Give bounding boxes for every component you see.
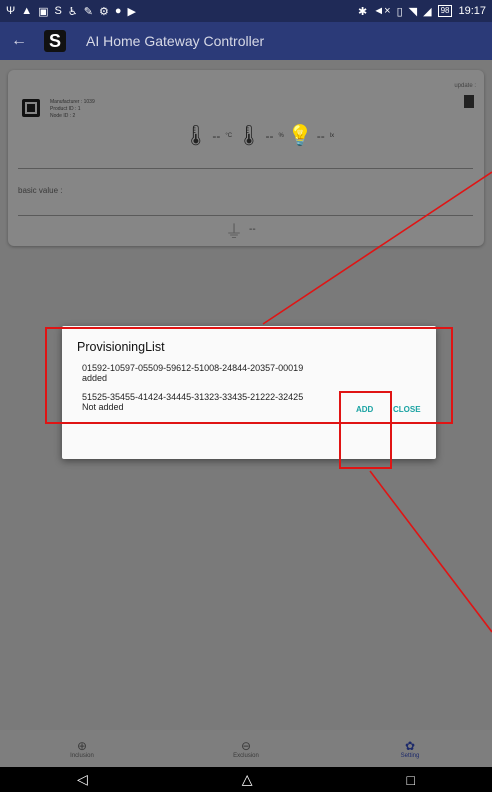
plug-icon: ⏚ [225, 222, 243, 242]
status-bar: Ψ ▲ ▣ S ♿ ✎ ⚙ ● ▶ ✱ ◄× ▯ ◥ ◢ 98 19:17 [0, 0, 492, 22]
list-item: 51525-35455-41424-34445-31323-33435-2122… [82, 392, 303, 412]
manufacturer-text: Manufacturer : 1039 [50, 99, 95, 105]
node-id-text: Node ID : 2 [50, 113, 76, 119]
bottom-navigation: ⊕ Inclusion ⊖ Exclusion ✿ Setting [0, 730, 492, 767]
play-icon: ▶ [127, 5, 136, 18]
warning-icon: ▲ [21, 5, 33, 17]
divider [18, 215, 473, 216]
device-chip-icon [22, 99, 40, 117]
list-item: 01592-10597-05509-59612-51008-24844-2035… [82, 363, 303, 383]
add-button[interactable]: ADD [356, 405, 373, 414]
humidity-unit: % [278, 132, 284, 139]
app-s-icon: S [54, 5, 62, 17]
accessibility-icon: ♿ [67, 5, 78, 18]
app-logo: S [44, 30, 66, 52]
temperature-unit: °C [225, 132, 233, 139]
dsk-text: 51525-35455-41424-34445-31323-33435-2122… [82, 392, 304, 402]
humidity-icon: 🌡 [236, 125, 262, 147]
nav-inclusion[interactable]: ⊕ Inclusion [22, 739, 142, 759]
nav-setting[interactable]: ✿ Setting [350, 739, 470, 759]
back-arrow-icon[interactable]: ← [0, 32, 38, 50]
settings-icon: ⚙ [98, 5, 109, 18]
device-meta: Manufacturer : 1039 Product ID : 1 Node … [50, 99, 95, 120]
nav-label: Setting [400, 752, 420, 759]
status-text: Not added [82, 402, 124, 412]
image-icon: ▣ [38, 5, 49, 18]
app-title: AI Home Gateway Controller [86, 33, 265, 49]
app-bar: ← S AI Home Gateway Controller [0, 22, 492, 60]
vibrate-icon: ▯ [396, 5, 403, 18]
status-time: 19:17 [458, 5, 486, 17]
device-card: Manufacturer : 1039 Product ID : 1 Node … [8, 70, 484, 246]
back-triangle-icon[interactable]: ◁ [77, 771, 88, 788]
update-label: update : [454, 83, 476, 89]
minus-circle-icon: ⊖ [240, 738, 252, 753]
status-text: added [82, 373, 108, 383]
product-id-text: Product ID : 1 [50, 106, 81, 112]
nav-exclusion[interactable]: ⊖ Exclusion [186, 739, 306, 759]
wifi-icon: ◥ [408, 5, 418, 18]
plus-circle-icon: ⊕ [76, 738, 88, 753]
nav-label: Inclusion [70, 752, 94, 759]
system-navigation: ◁ △ □ [0, 767, 492, 792]
mute-icon: ◄× [373, 5, 391, 17]
gear-icon: ✿ [404, 738, 416, 753]
usb-icon: Ψ [6, 5, 16, 17]
pen-icon: ✎ [83, 5, 93, 18]
provisioning-dialog: ProvisioningList 01592-10597-05509-59612… [62, 326, 436, 459]
recents-icon[interactable]: □ [407, 772, 415, 788]
plug-value: -- [249, 224, 256, 235]
nav-label: Exclusion [233, 752, 259, 759]
temperature-value: -- [212, 128, 221, 143]
system-icons: ✱ ◄× ▯ ◥ ◢ 98 19:17 [358, 5, 486, 18]
lux-value: -- [316, 128, 325, 143]
divider [18, 168, 473, 169]
close-button[interactable]: CLOSE [393, 405, 421, 414]
humidity-value: -- [265, 128, 274, 143]
notification-icons: Ψ ▲ ▣ S ♿ ✎ ⚙ ● ▶ [6, 5, 136, 18]
lightbulb-icon: 💡 [287, 125, 313, 147]
thermometer-icon: 🌡 [183, 125, 209, 147]
basic-value-label: basic value : [18, 186, 63, 195]
document-icon[interactable] [464, 95, 474, 108]
dsk-text: 01592-10597-05509-59612-51008-24844-2035… [82, 363, 304, 373]
dialog-title: ProvisioningList [77, 340, 165, 354]
lux-unit: lx [329, 132, 335, 139]
signal-icon: ◢ [423, 5, 432, 18]
bluetooth-icon: ✱ [358, 5, 368, 18]
home-icon[interactable]: △ [242, 771, 253, 788]
location-icon: ● [114, 5, 122, 17]
sensor-readings: 🌡 -- °C 🌡 -- % 💡 -- lx [183, 123, 334, 148]
battery-icon: 98 [437, 5, 453, 17]
